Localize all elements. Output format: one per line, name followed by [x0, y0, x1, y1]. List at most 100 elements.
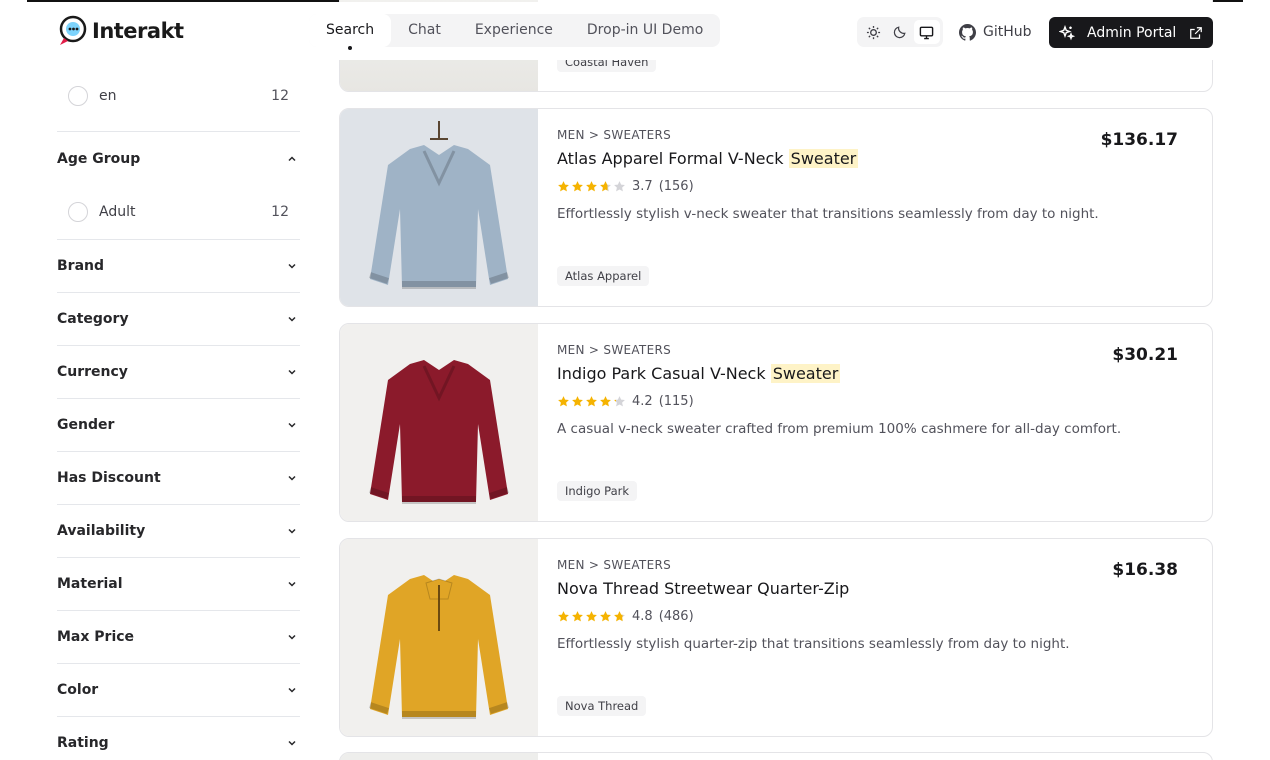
product-description: A casual v-neck sweater crafted from pre…	[557, 421, 1122, 437]
star-icon	[558, 181, 569, 192]
chevron-down-icon	[288, 634, 296, 640]
star-icon	[558, 396, 569, 407]
facet-color[interactable]: Color	[57, 664, 300, 717]
rating-stars	[557, 395, 626, 408]
admin-portal-label: Admin Portal	[1087, 24, 1177, 41]
sun-icon	[866, 25, 880, 39]
nav-drop-in-ui-demo[interactable]: Drop-in UI Demo	[570, 14, 720, 47]
system-theme-button[interactable]	[913, 20, 940, 44]
star-icon	[572, 611, 583, 622]
chevron-down-icon	[288, 687, 296, 693]
facet-category[interactable]: Category	[57, 293, 300, 346]
facet-option-en[interactable]: en 12	[57, 60, 300, 132]
nav-search[interactable]: Search	[309, 14, 392, 50]
admin-portal-button[interactable]: Admin Portal	[1049, 17, 1213, 48]
chevron-down-icon	[288, 316, 296, 322]
facet-gender[interactable]: Gender	[57, 399, 300, 452]
chevron-up-icon	[288, 155, 296, 161]
radio-button[interactable]	[68, 202, 88, 222]
facet-has-discount[interactable]: Has Discount	[57, 452, 300, 505]
top-header: Interakt Search Chat Experience Drop-in …	[0, 2, 1270, 60]
review-count: (115)	[658, 394, 694, 409]
product-rating: 3.7 (156)	[557, 179, 694, 194]
rating-stars	[557, 180, 626, 193]
active-dot	[348, 46, 353, 50]
product-card[interactable]: MEN > SWEATERS Nova Thread Streetwear Qua…	[339, 538, 1213, 737]
facet-rating[interactable]: Rating	[57, 717, 300, 760]
product-price: $30.21	[1112, 345, 1178, 365]
option-count: 12	[271, 204, 289, 220]
facet-label: Availability	[57, 523, 146, 539]
github-link[interactable]: GitHub	[959, 17, 1032, 47]
facet-max-price[interactable]: Max Price	[57, 611, 300, 664]
star-icon	[558, 611, 569, 622]
radio-button[interactable]	[68, 85, 88, 106]
product-card-partial[interactable]	[339, 752, 1213, 760]
star-icon	[600, 396, 611, 407]
product-rating: 4.2 (115)	[557, 394, 694, 409]
main-nav: Search Chat Experience Drop-in UI Demo	[309, 14, 721, 50]
nav-label: Search	[326, 22, 375, 38]
dark-theme-button[interactable]	[887, 20, 913, 44]
product-title[interactable]: Nova Thread Streetwear Quarter-Zip	[557, 579, 849, 598]
logo-icon	[59, 15, 87, 45]
monitor-icon	[919, 26, 934, 39]
external-link-icon	[1190, 26, 1202, 39]
star-icon	[614, 181, 625, 192]
product-details: MEN > SWEATERS Atlas Apparel Formal V-Nec…	[557, 109, 1212, 306]
product-description: Effortlessly stylish quarter-zip that tr…	[557, 636, 1070, 652]
logo-text: Interakt	[92, 19, 184, 43]
product-breadcrumb: MEN > SWEATERS	[557, 558, 672, 572]
chevron-down-icon	[288, 528, 296, 534]
nav-chat[interactable]: Chat	[391, 14, 458, 47]
facet-brand[interactable]: Brand	[57, 240, 300, 293]
title-highlight: Sweater	[788, 149, 859, 168]
product-rating: 4.8 (486)	[557, 609, 694, 624]
facet-availability[interactable]: Availability	[57, 505, 300, 558]
facet-currency[interactable]: Currency	[57, 346, 300, 399]
product-breadcrumb: MEN > SWEATERS	[557, 343, 672, 357]
nav-experience[interactable]: Experience	[458, 14, 570, 47]
product-title[interactable]: Indigo Park Casual V-Neck Sweater	[557, 364, 841, 383]
facet-option-adult[interactable]: Adult 12	[57, 185, 300, 240]
facet-label: Material	[57, 576, 123, 592]
brand-tag[interactable]: Atlas Apparel	[557, 266, 650, 286]
star-icon	[572, 396, 583, 407]
star-icon	[614, 611, 625, 622]
title-highlight: Sweater	[770, 364, 841, 383]
facet-label: Category	[57, 311, 129, 327]
facet-age-group[interactable]: Age Group	[57, 132, 300, 185]
facet-label: Gender	[57, 417, 115, 433]
facet-label: Max Price	[57, 629, 135, 645]
product-details: MEN > SWEATERS Indigo Park Casual V-Neck …	[557, 324, 1212, 521]
rating-stars	[557, 610, 626, 623]
chevron-down-icon	[288, 369, 296, 375]
brand-tag[interactable]: Indigo Park	[557, 481, 638, 501]
product-card[interactable]: MEN > SWEATERS Indigo Park Casual V-Neck …	[339, 323, 1213, 522]
product-description: Effortlessly stylish v-neck sweater that…	[557, 206, 1099, 222]
light-theme-button[interactable]	[860, 20, 886, 44]
product-image	[340, 753, 538, 760]
nav-label: Drop-in UI Demo	[586, 22, 704, 38]
star-icon	[586, 611, 597, 622]
chevron-down-icon	[288, 422, 296, 428]
product-title[interactable]: Atlas Apparel Formal V-Neck Sweater	[557, 149, 859, 168]
facet-label: Age Group	[57, 150, 141, 167]
logo[interactable]: Interakt	[57, 14, 184, 48]
facet-label: Color	[57, 682, 99, 698]
moon-icon	[893, 26, 906, 39]
facet-material[interactable]: Material	[57, 558, 300, 611]
rating-value: 4.8	[632, 609, 653, 624]
review-count: (486)	[658, 609, 694, 624]
product-card[interactable]: MEN > SWEATERS Atlas Apparel Formal V-Nec…	[339, 108, 1213, 307]
nav-label: Experience	[474, 22, 553, 38]
option-label: Adult	[99, 204, 136, 220]
chevron-down-icon	[288, 740, 296, 746]
star-icon	[614, 396, 625, 407]
sparkles-icon	[1059, 24, 1075, 40]
product-price: $136.17	[1100, 130, 1178, 150]
brand-tag[interactable]: Nova Thread	[557, 696, 647, 716]
chevron-down-icon	[288, 475, 296, 481]
review-count: (156)	[658, 179, 694, 194]
product-image	[340, 539, 538, 736]
